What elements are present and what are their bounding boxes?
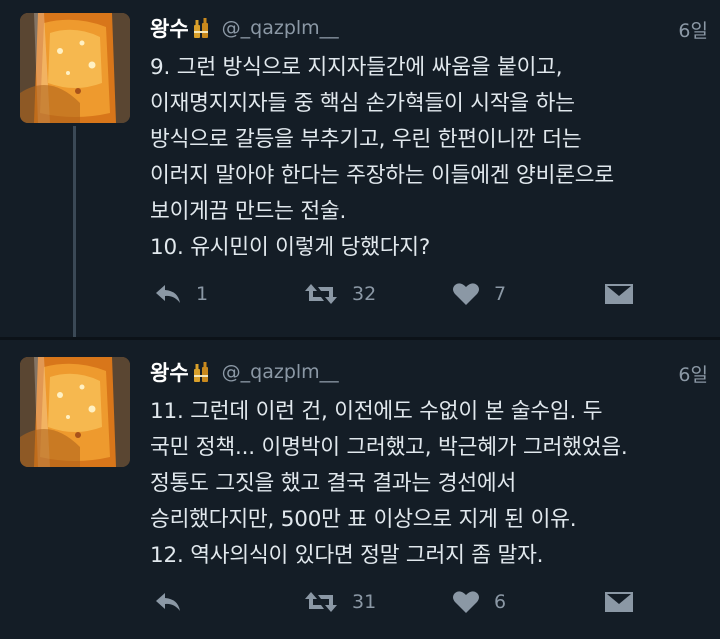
tweet-text-line: 11. 그런데 이런 건, 이전에도 수없이 본 술수임. 두 [150,399,603,424]
retweet-count: 32 [352,283,377,305]
tweet-text-line: 방식으로 갈등을 부추기고, 우린 한편이니깐 더는 [150,127,582,152]
avatar-image [20,13,130,123]
reply-icon [156,593,180,611]
tweet-text-line: 정통도 그짓을 했고 결국 결과는 경선에서 [150,471,517,496]
like-button[interactable]: 7 [452,278,506,310]
reply-button[interactable]: 1 [154,278,208,310]
like-count: 6 [494,591,507,613]
like-button[interactable]: 6 [452,586,506,618]
retweet-button[interactable]: 31 [304,586,376,618]
timestamp[interactable]: 6일 [678,360,708,387]
reply-icon [156,285,180,303]
timestamp[interactable]: 6일 [678,16,708,43]
avatar[interactable] [20,357,130,467]
tweet-text-line: 이재명지지자들 중 핵심 손가혁들이 시작을 하는 [150,91,575,116]
display-name[interactable]: 왕수 [150,357,189,387]
bottles-icon [192,361,210,383]
user-handle[interactable]: @_qazplm__ [222,361,339,383]
display-name[interactable]: 왕수 [150,13,189,43]
tweet-actions: 31 6 [150,586,690,618]
direct-message-icon [605,592,633,612]
tweet-header: 왕수 @_qazplm__ [150,12,339,44]
direct-message-icon [605,284,633,304]
tweet-text-line: 국민 정책... 이명박이 그러했고, 박근혜가 그러했었음. [150,435,628,460]
thread-connector [73,126,76,338]
like-count: 7 [494,283,507,305]
tweet-text-line: 10. 유시민이 이렇게 당했다지? [150,235,431,260]
tweet-text-line: 승리했다지만, 500만 표 이상으로 지게 된 이유. [150,507,577,532]
reply-button[interactable] [154,586,196,618]
tweet-text: 11. 그런데 이런 건, 이전에도 수없이 본 술수임. 두 국민 정책...… [150,394,710,574]
heart-icon [453,283,479,305]
heart-icon [453,591,479,613]
bottles-icon [192,17,210,39]
avatar-image [20,357,130,467]
retweet-icon [305,284,337,304]
direct-message-button[interactable] [604,586,634,618]
tweet-text-line: 12. 역사의식이 있다면 정말 그러지 좀 말자. [150,543,544,568]
reply-count: 1 [196,283,209,305]
retweet-button[interactable]: 32 [304,278,376,310]
tweet-actions: 1 32 7 [150,278,690,310]
tweet-text-line: 이러지 말아야 한다는 주장하는 이들에겐 양비론으로 [150,163,614,188]
tweet[interactable]: 왕수 @_qazplm__ 6일 9. 그런 방식으로 지지자들간에 싸움을 붙… [0,0,720,338]
tweet-text-line: 9. 그런 방식으로 지지자들간에 싸움을 붙이고, [150,55,563,80]
retweet-icon [305,592,337,612]
tweet-text: 9. 그런 방식으로 지지자들간에 싸움을 붙이고, 이재명지지자들 중 핵심 … [150,50,710,266]
direct-message-button[interactable] [604,278,634,310]
avatar[interactable] [20,13,130,123]
tweet[interactable]: 왕수 @_qazplm__ 6일 11. 그런데 이런 건, 이전에도 수없이 … [0,340,720,639]
retweet-count: 31 [352,591,377,613]
tweet-text-line: 보이게끔 만드는 전술. [150,199,347,224]
tweet-timeline: 왕수 @_qazplm__ 6일 9. 그런 방식으로 지지자들간에 싸움을 붙… [0,0,720,639]
tweet-header: 왕수 @_qazplm__ [150,356,339,388]
user-handle[interactable]: @_qazplm__ [222,17,339,39]
